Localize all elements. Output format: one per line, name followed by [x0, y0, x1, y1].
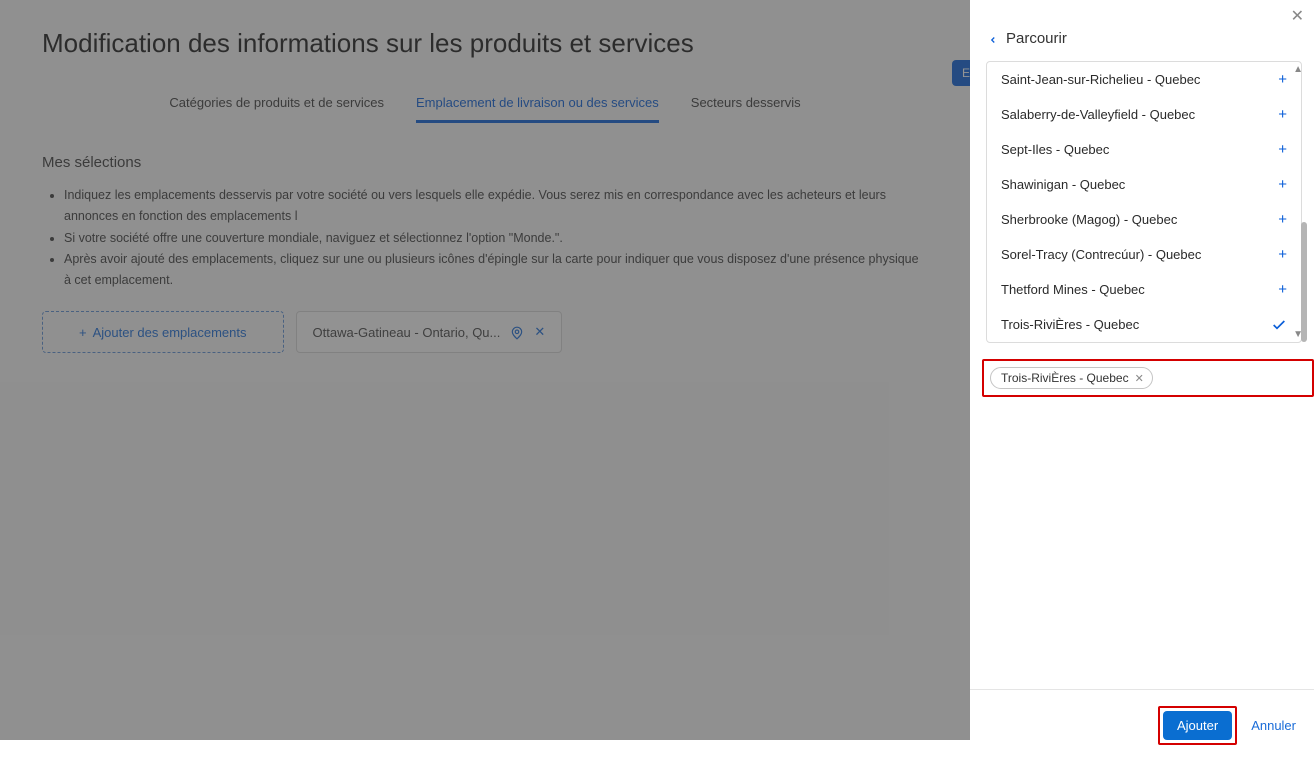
location-option[interactable]: Salaberry-de-Valleyfield - Quebec + — [987, 97, 1301, 132]
chevron-left-icon — [988, 35, 998, 45]
plus-icon: + — [1278, 141, 1287, 158]
panel-header: Parcourir — [970, 0, 1314, 61]
location-label: Trois-RiviÈres - Quebec — [1001, 317, 1139, 332]
plus-icon: + — [1278, 71, 1287, 88]
location-option[interactable]: Sept-Iles - Quebec + — [987, 132, 1301, 167]
tab-categories[interactable]: Catégories de produits et de services — [169, 89, 384, 123]
selected-chip-highlight: Trois-RiviÈres - Quebec ✕ — [982, 359, 1314, 397]
location-option[interactable]: Thetford Mines - Quebec + — [987, 272, 1301, 307]
add-locations-button[interactable]: + Ajouter des emplacements — [42, 311, 284, 353]
main-page: Modification des informations sur les pr… — [0, 0, 970, 740]
tab-shipping-location[interactable]: Emplacement de livraison ou des services — [416, 89, 659, 123]
scrollbar-thumb[interactable] — [1301, 222, 1307, 342]
instruction-item: Après avoir ajouté des emplacements, cli… — [64, 249, 928, 292]
tabs-bar: Catégories de produits et de services Em… — [42, 89, 928, 124]
locations-row: + Ajouter des emplacements Ottawa-Gatine… — [42, 311, 928, 353]
selected-location-chip: Trois-RiviÈres - Quebec ✕ — [990, 367, 1153, 389]
plus-icon: + — [1278, 176, 1287, 193]
location-label: Sherbrooke (Magog) - Quebec — [1001, 212, 1177, 227]
instruction-item: Indiquez les emplacements desservis par … — [64, 185, 928, 228]
section-title: Mes sélections — [42, 154, 928, 171]
cancel-button[interactable]: Annuler — [1251, 718, 1296, 733]
location-label: Salaberry-de-Valleyfield - Quebec — [1001, 107, 1195, 122]
add-locations-label: Ajouter des emplacements — [93, 325, 247, 340]
location-option[interactable]: Shawinigan - Quebec + — [987, 167, 1301, 202]
close-icon[interactable]: ✕ — [534, 324, 545, 340]
location-label: Thetford Mines - Quebec — [1001, 282, 1145, 297]
selected-chip-label: Trois-RiviÈres - Quebec — [1001, 371, 1129, 385]
tab-sectors[interactable]: Secteurs desservis — [691, 89, 801, 123]
add-button[interactable]: Ajouter — [1163, 711, 1232, 740]
pin-icon[interactable] — [510, 324, 524, 340]
location-option[interactable]: Sorel-Tracy (Contrecúur) - Quebec + — [987, 237, 1301, 272]
plus-icon: + — [1278, 211, 1287, 228]
page-title: Modification des informations sur les pr… — [42, 28, 928, 59]
scroll-up-icon[interactable]: ▲ — [1293, 64, 1303, 75]
location-label: Saint-Jean-sur-Richelieu - Quebec — [1001, 72, 1200, 87]
location-chip: Ottawa-Gatineau - Ontario, Qu... ✕ — [296, 311, 563, 353]
locations-list[interactable]: Saint-Jean-sur-Richelieu - Quebec + Sala… — [987, 62, 1301, 342]
browse-side-panel: ✕ Parcourir ▲ Saint-Jean-sur-Richelieu -… — [970, 0, 1314, 761]
plus-icon: + — [1278, 246, 1287, 263]
close-panel-button[interactable]: ✕ — [1291, 6, 1304, 26]
instructions-list: Indiquez les emplacements desservis par … — [42, 185, 928, 291]
back-button[interactable] — [988, 31, 998, 47]
location-option[interactable]: Saint-Jean-sur-Richelieu - Quebec + — [987, 62, 1301, 97]
location-option-selected[interactable]: Trois-RiviÈres - Quebec — [987, 307, 1301, 342]
location-option[interactable]: Sherbrooke (Magog) - Quebec + — [987, 202, 1301, 237]
plus-icon: + — [79, 325, 87, 340]
location-label: Shawinigan - Quebec — [1001, 177, 1125, 192]
location-label: Sorel-Tracy (Contrecúur) - Quebec — [1001, 247, 1201, 262]
location-label: Sept-Iles - Quebec — [1001, 142, 1109, 157]
add-button-highlight: Ajouter — [1158, 706, 1237, 745]
panel-footer: Ajouter Annuler — [970, 689, 1314, 761]
check-icon — [1271, 316, 1287, 333]
locations-listbox: ▲ Saint-Jean-sur-Richelieu - Quebec + Sa… — [986, 61, 1302, 343]
plus-icon: + — [1278, 281, 1287, 298]
instruction-item: Si votre société offre une couverture mo… — [64, 228, 928, 249]
location-chip-label: Ottawa-Gatineau - Ontario, Qu... — [313, 325, 501, 340]
panel-title: Parcourir — [1006, 30, 1067, 47]
plus-icon: + — [1278, 106, 1287, 123]
remove-chip-icon[interactable]: ✕ — [1135, 372, 1144, 385]
